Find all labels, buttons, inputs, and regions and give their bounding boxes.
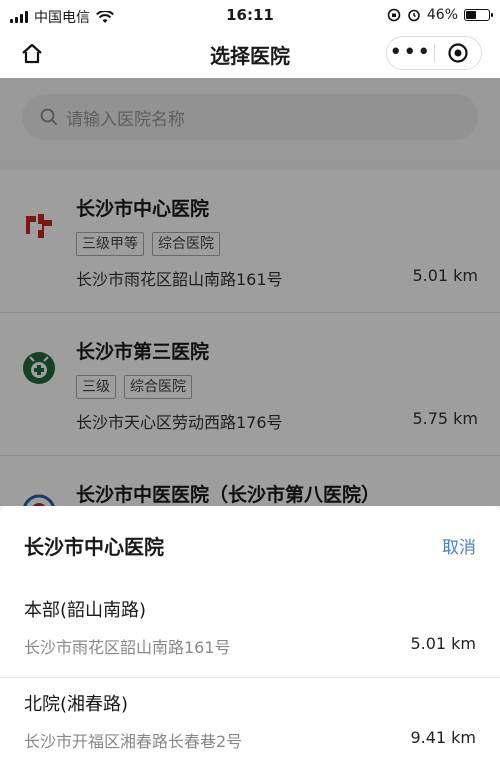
branch-address: 长沙市开福区湘春路长春巷2号 bbox=[24, 732, 243, 751]
close-button[interactable] bbox=[434, 42, 481, 64]
modal-overlay[interactable] bbox=[0, 78, 500, 506]
more-dots-icon: ••• bbox=[389, 40, 432, 65]
status-right: 46% bbox=[387, 7, 493, 23]
battery-fill bbox=[466, 11, 476, 19]
branch-select-sheet: 长沙市中心医院 取消 本部(韶山南路) 长沙市雨花区韶山南路161号 5.01 … bbox=[0, 506, 500, 776]
branch-option[interactable]: 本部(韶山南路) 长沙市雨花区韶山南路161号 5.01 km bbox=[0, 584, 500, 678]
branch-distance: 5.01 km bbox=[410, 634, 476, 653]
branch-address: 长沙市雨花区韶山南路161号 bbox=[24, 638, 231, 657]
status-bar: 中国电信 16:11 46% bbox=[0, 0, 500, 30]
battery-icon bbox=[464, 9, 493, 21]
cancel-button[interactable]: 取消 bbox=[442, 533, 476, 558]
sheet-header: 长沙市中心医院 取消 bbox=[0, 506, 500, 584]
branch-info-row: 长沙市雨花区韶山南路161号 5.01 km bbox=[24, 634, 476, 658]
sheet-title: 长沙市中心医院 bbox=[24, 534, 164, 559]
nav-bar: 选择医院 ••• bbox=[0, 30, 500, 78]
more-button[interactable]: ••• bbox=[387, 40, 434, 65]
branch-name: 北院(湘春路) bbox=[24, 694, 129, 715]
target-close-icon bbox=[448, 43, 468, 63]
branch-option[interactable]: 北院(湘春路) 长沙市开福区湘春路长春巷2号 9.41 km bbox=[0, 678, 500, 772]
branch-name: 本部(韶山南路) bbox=[24, 600, 147, 621]
battery-percent: 46% bbox=[426, 7, 458, 23]
branch-distance: 9.41 km bbox=[410, 728, 476, 747]
orientation-lock-icon bbox=[387, 8, 401, 22]
mini-program-capsule: ••• bbox=[386, 36, 482, 70]
branch-info-row: 长沙市开福区湘春路长春巷2号 9.41 km bbox=[24, 728, 476, 752]
alarm-icon bbox=[408, 9, 420, 22]
